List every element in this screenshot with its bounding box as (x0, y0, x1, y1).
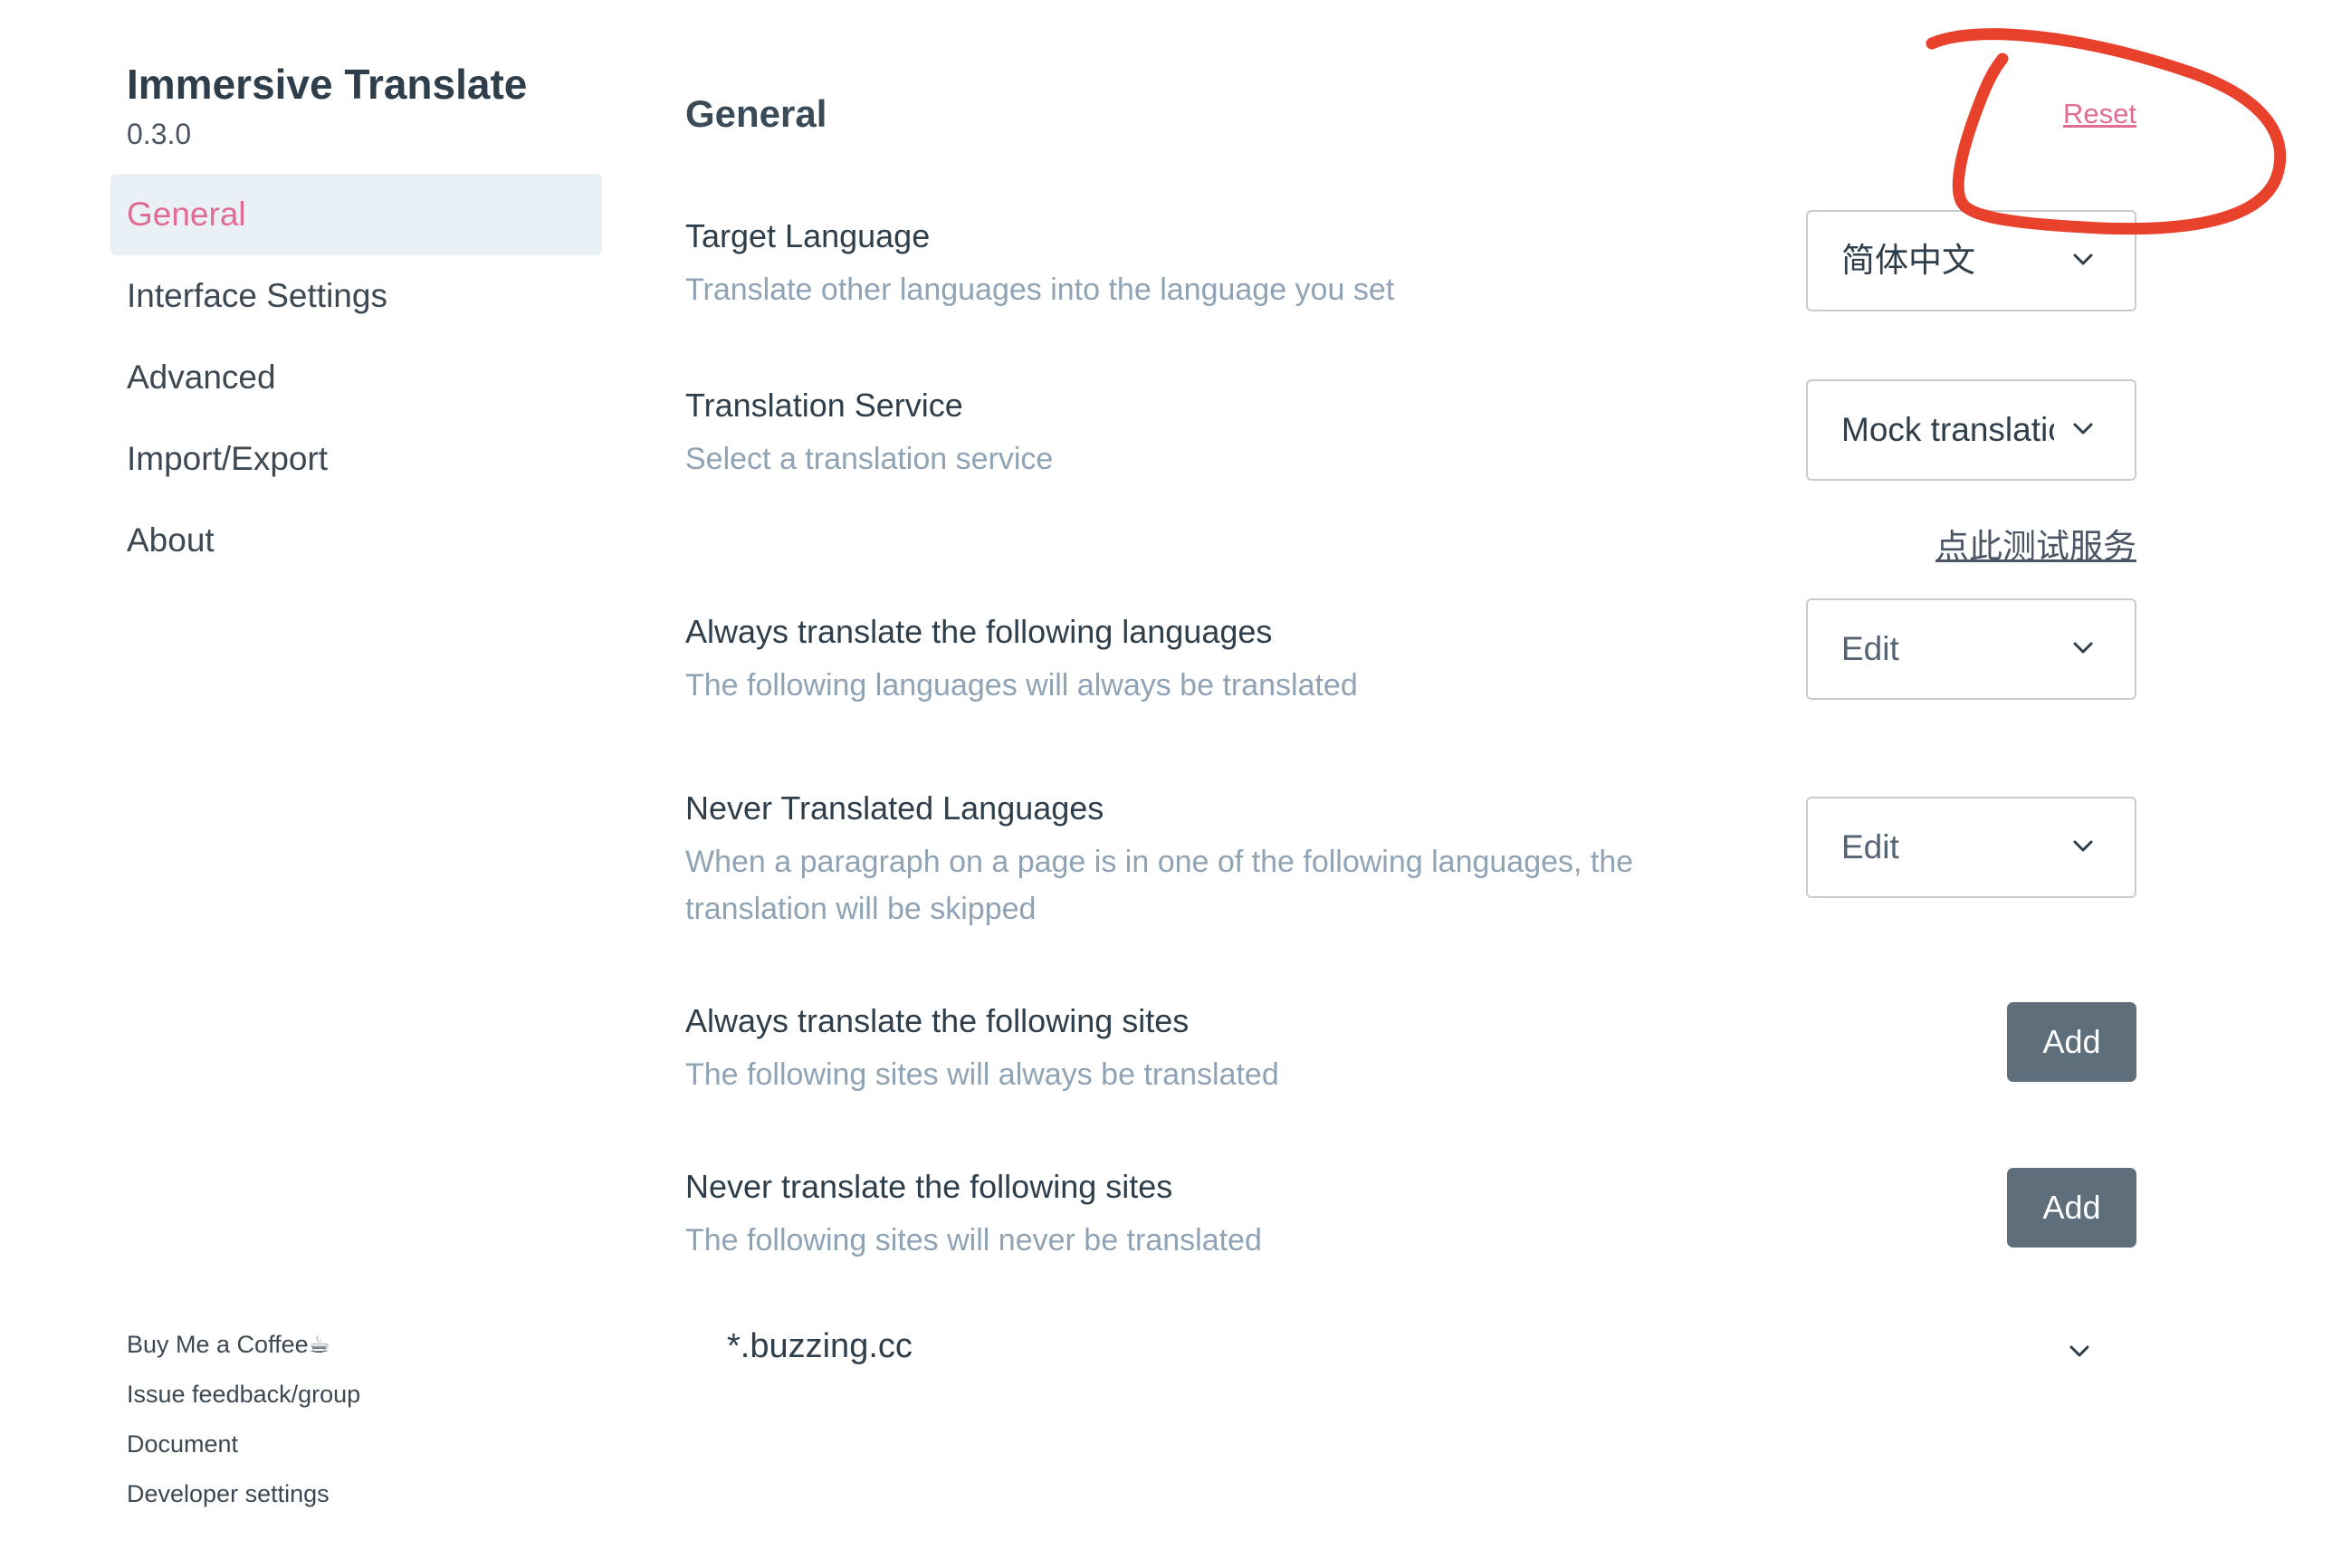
issue-feedback-link[interactable]: Issue feedback/group (127, 1379, 360, 1429)
app-title: Immersive Translate (127, 61, 528, 108)
setting-description: The following sites will always be trans… (685, 1057, 1279, 1092)
setting-label: Always translate the following sites (685, 1002, 1190, 1039)
select-value: Edit (1841, 630, 1899, 667)
chevron-down-icon (2073, 253, 2093, 265)
setting-description: The following languages will always be t… (685, 668, 1358, 703)
setting-label: Translation Service (685, 387, 963, 424)
chevron-down-icon (2073, 840, 2093, 852)
chevron-down-icon (2073, 423, 2093, 435)
test-service-link[interactable]: 点此测试服务 (1935, 519, 2136, 568)
document-link[interactable]: Document (127, 1429, 360, 1478)
chevron-down-icon (2069, 1345, 2089, 1357)
sidebar-item-interface-settings[interactable]: Interface Settings (110, 255, 602, 337)
site-name: *.buzzing.cc (727, 1327, 913, 1365)
reset-button[interactable]: Reset (2063, 98, 2136, 130)
site-list-item[interactable]: *.buzzing.cc (685, 1304, 2136, 1394)
add-never-translate-site-button[interactable]: Add (2007, 1168, 2136, 1248)
translation-service-select[interactable]: Mock translation (1806, 379, 2136, 481)
sidebar-nav: General Interface Settings Advanced Impo… (110, 174, 602, 581)
setting-description: When a paragraph on a page is in one of … (685, 845, 1634, 926)
settings-panel: General Reset Target Language Translate … (685, 0, 2136, 1568)
page-title: General (685, 92, 827, 135)
buy-me-a-coffee-link[interactable]: Buy Me a Coffee☕ (127, 1329, 360, 1379)
setting-label: Target Language (685, 217, 931, 254)
setting-description: The following sites will never be transl… (685, 1223, 1262, 1257)
select-value: 简体中文 (1841, 242, 1975, 279)
add-always-translate-site-button[interactable]: Add (2007, 1002, 2136, 1082)
footer-links: Buy Me a Coffee☕ Issue feedback/group Do… (127, 1329, 360, 1528)
app-version: 0.3.0 (127, 118, 192, 150)
sidebar-item-advanced[interactable]: Advanced (110, 337, 602, 418)
developer-settings-link[interactable]: Developer settings (127, 1478, 360, 1528)
setting-label: Always translate the following languages (685, 613, 1273, 650)
target-language-select[interactable]: 简体中文 (1806, 210, 2136, 311)
setting-description: Select a translation service (685, 442, 1054, 476)
setting-label: Never translate the following sites (685, 1168, 1173, 1205)
setting-label: Never Translated Languages (685, 789, 1104, 827)
chevron-down-icon (2073, 642, 2093, 654)
select-value: Edit (1841, 828, 1899, 865)
sidebar-item-general[interactable]: General (110, 174, 602, 255)
setting-description: Translate other languages into the langu… (685, 272, 1395, 307)
sidebar-item-import-export[interactable]: Import/Export (110, 418, 602, 500)
always-translate-languages-select[interactable]: Edit (1806, 598, 2136, 700)
never-translate-languages-select[interactable]: Edit (1806, 797, 2136, 898)
sidebar-item-about[interactable]: About (110, 500, 602, 581)
sidebar: Immersive Translate 0.3.0 General Interf… (0, 0, 634, 1568)
select-value: Mock translation (1841, 411, 2054, 448)
